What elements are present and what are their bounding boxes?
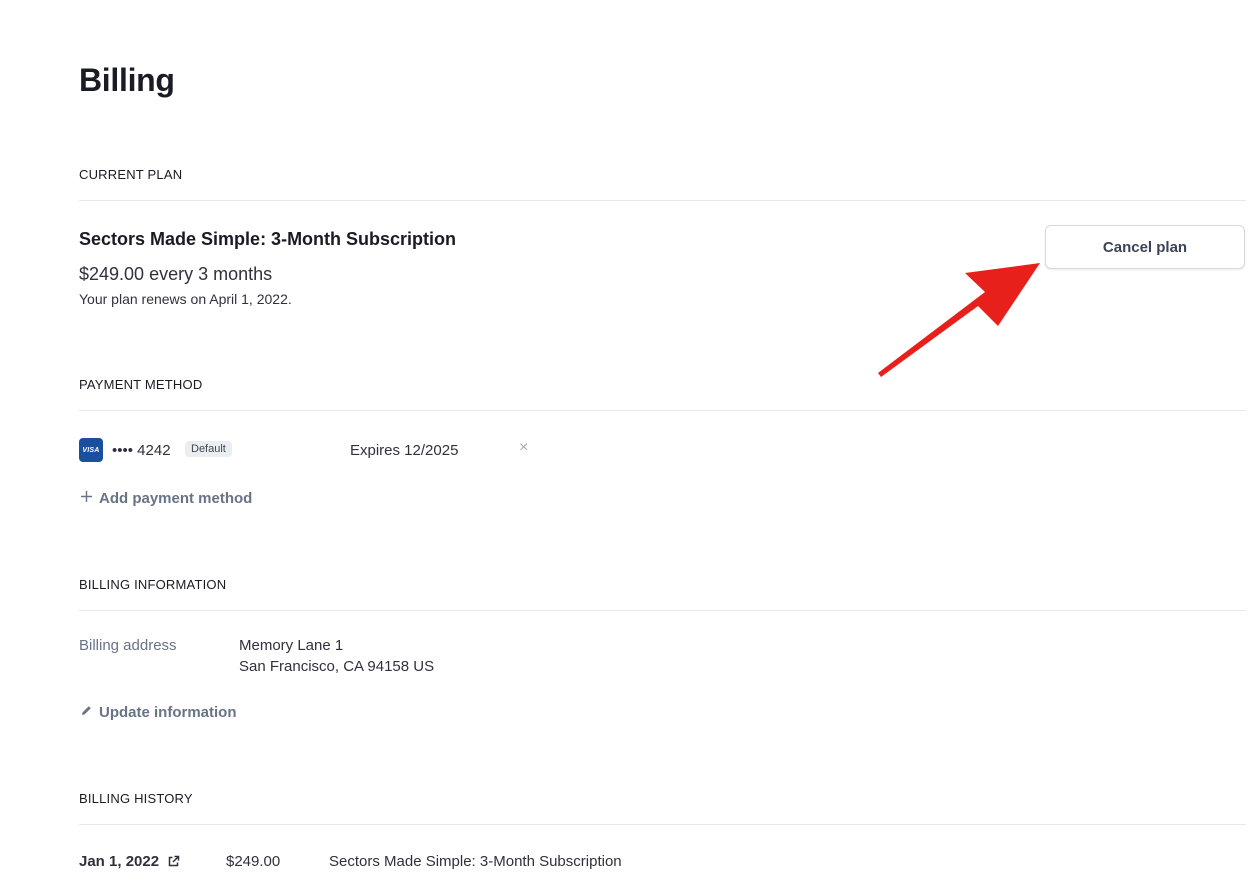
billing-information-heading: BILLING INFORMATION xyxy=(79,577,227,592)
invoice-amount: $249.00 xyxy=(226,853,281,870)
invoice-date-link[interactable]: Jan 1, 2022 xyxy=(79,853,180,870)
default-badge: Default xyxy=(185,441,232,457)
billing-address-line1: Memory Lane 1 xyxy=(239,637,344,654)
add-payment-method-link[interactable]: Add payment method xyxy=(79,490,252,507)
invoice-description: Sectors Made Simple: 3-Month Subscriptio… xyxy=(329,853,622,870)
card-expiry: Expires 12/2025 xyxy=(350,442,459,459)
visa-card-icon: VISA xyxy=(79,438,103,462)
cancel-plan-button[interactable]: Cancel plan xyxy=(1045,225,1245,269)
payment-method-row: VISA •••• 4242 Default Expires 12/2025 × xyxy=(79,437,549,463)
current-plan-divider xyxy=(79,200,1246,201)
payment-method-divider xyxy=(79,410,1246,411)
pencil-icon xyxy=(79,704,93,721)
card-number: •••• 4242 xyxy=(112,442,171,459)
red-arrow-icon xyxy=(878,263,1040,377)
billing-history-row: Jan 1, 2022 $249.00 Sectors Made Simple:… xyxy=(79,851,779,873)
billing-history-divider xyxy=(79,824,1246,825)
remove-card-icon[interactable]: × xyxy=(519,439,528,457)
page-title: Billing xyxy=(79,62,175,98)
billing-history-heading: BILLING HISTORY xyxy=(79,791,193,806)
current-plan-heading: CURRENT PLAN xyxy=(79,167,183,182)
update-information-link[interactable]: Update information xyxy=(79,704,237,721)
billing-information-divider xyxy=(79,610,1246,611)
external-link-icon xyxy=(168,855,180,867)
add-payment-method-label: Add payment method xyxy=(99,490,253,507)
plus-icon xyxy=(79,490,93,507)
billing-address-label: Billing address xyxy=(79,637,177,654)
update-information-label: Update information xyxy=(99,704,237,721)
billing-address-line2: San Francisco, CA 94158 US xyxy=(239,658,435,675)
payment-method-heading: PAYMENT METHOD xyxy=(79,377,203,392)
billing-page: Billing CURRENT PLAN Sectors Made Simple… xyxy=(0,0,1256,892)
invoice-date: Jan 1, 2022 xyxy=(79,853,160,870)
plan-price: $249.00 every 3 months xyxy=(79,264,273,284)
arrow-shape xyxy=(878,263,1040,377)
plan-renewal-date: Your plan renews on April 1, 2022. xyxy=(79,291,292,307)
plan-name: Sectors Made Simple: 3-Month Subscriptio… xyxy=(79,229,457,249)
